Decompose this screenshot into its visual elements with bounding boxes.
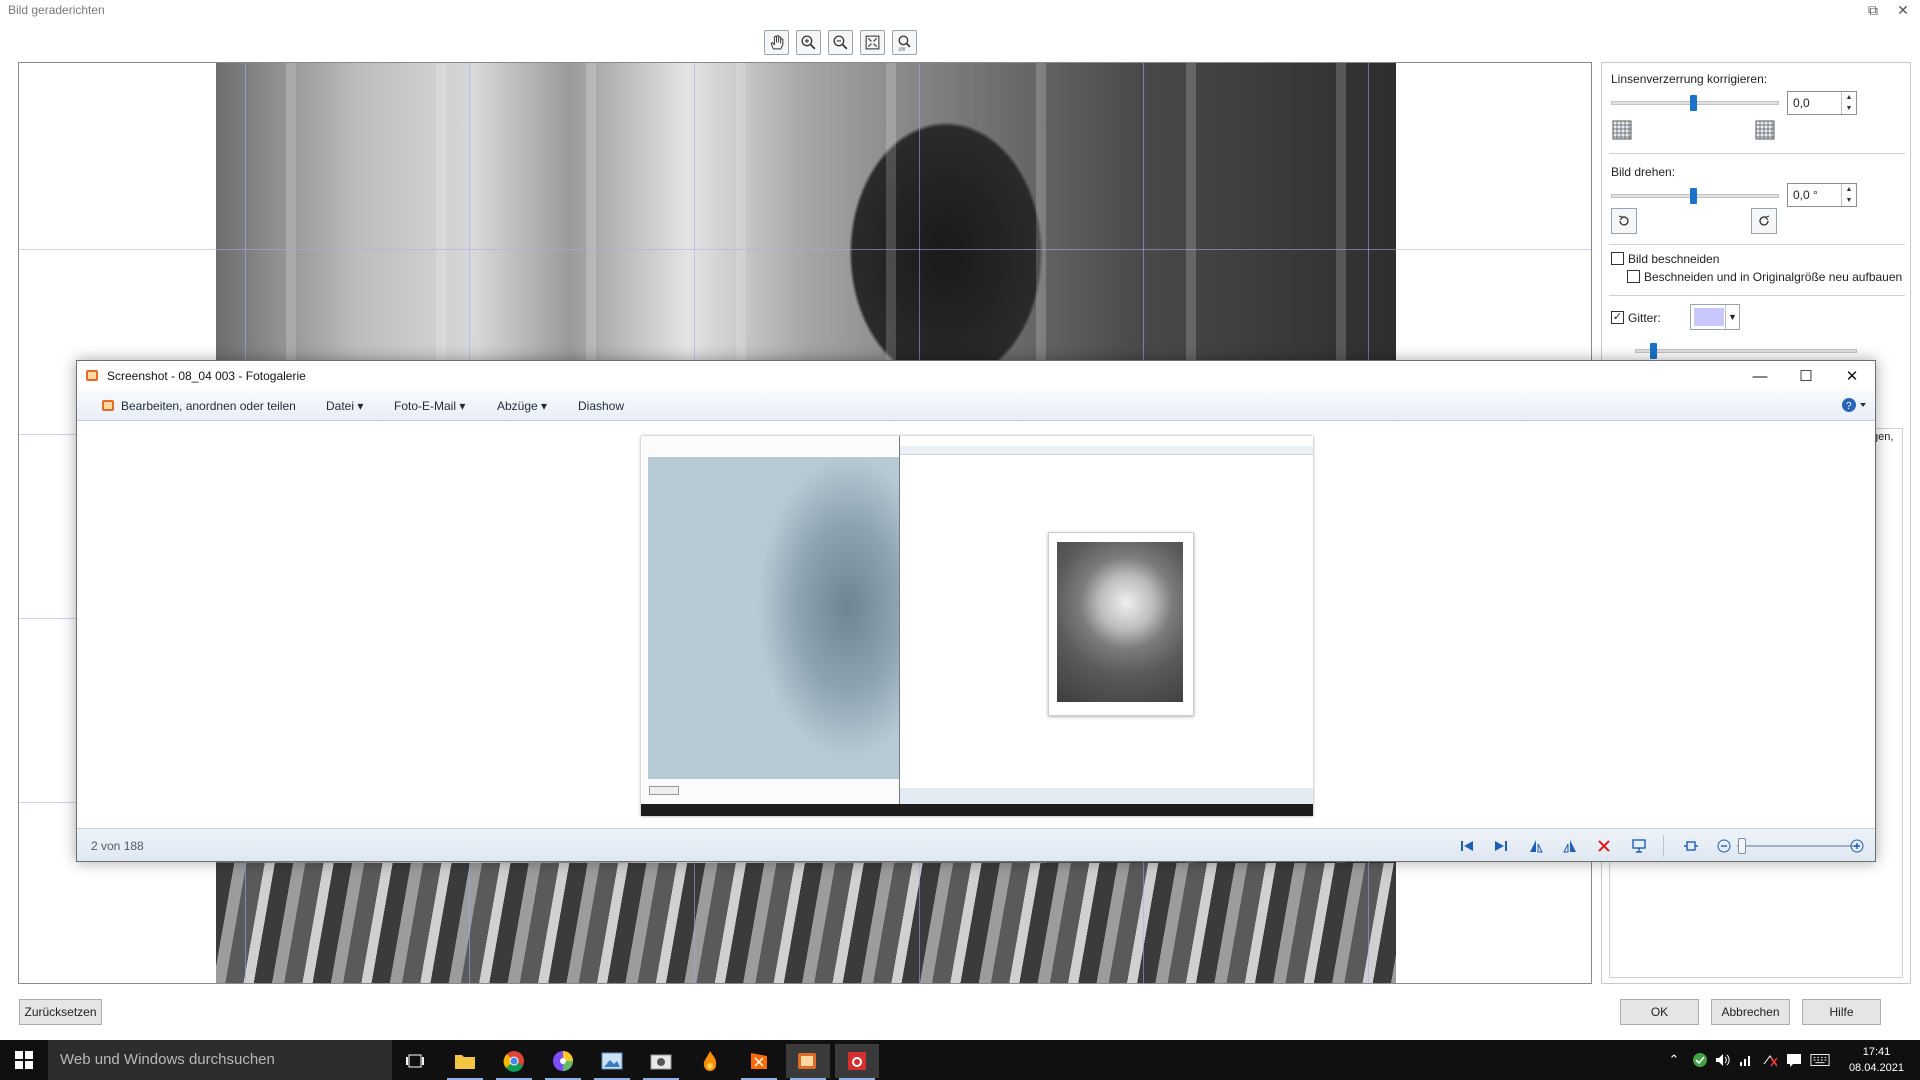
rotate-left-icon[interactable] [1526,836,1546,856]
fit-to-window-icon[interactable] [860,30,885,55]
gallery-titlebar: Screenshot - 08_04 003 - Fotogalerie — ☐… [77,361,1875,391]
gallery-statusbar: 2 von 188 [77,828,1875,861]
grid-color-swatch [1694,308,1724,326]
zoom-in-icon[interactable] [796,30,821,55]
security-icon[interactable] [1690,1050,1710,1070]
edit-icon [101,398,116,416]
zoom-out-icon[interactable] [1714,836,1734,856]
picasa-icon[interactable] [541,1044,585,1080]
rotate-input[interactable]: 0,0 ° ▲ ▼ [1787,183,1857,207]
rotate-left-button[interactable] [1611,208,1637,234]
camera-app-icon[interactable] [639,1044,683,1080]
svg-text:100: 100 [898,46,906,51]
photos-viewer-icon[interactable] [590,1044,634,1080]
menu-slideshow[interactable]: Diashow [578,399,624,413]
close-icon[interactable]: ✕ [1829,361,1875,391]
task-view-icon[interactable] [393,1044,437,1078]
rotate-right-button[interactable] [1751,208,1777,234]
menu-prints[interactable]: Abzüge ▾ [497,399,547,413]
restore-icon[interactable]: ⧉ [1862,0,1884,20]
help-icon[interactable]: ? [1841,397,1867,416]
dialog-title: Bild geraderichten [8,3,105,17]
actual-size-icon[interactable]: 100 [892,30,917,55]
maximize-icon[interactable]: ☐ [1783,361,1829,391]
help-button[interactable]: Hilfe [1802,999,1881,1025]
keyboard-icon[interactable] [1810,1050,1830,1070]
view-toolbar: 100 [764,30,917,55]
taskbar-clock[interactable]: 17:41 08.04.2021 [1849,1044,1904,1076]
gallery-menubar: Bearbeiten, anordnen oder teilen Datei ▾… [77,391,1875,421]
grid-label: Gitter: [1628,311,1661,325]
photo-gallery-app-icon [85,368,100,383]
slideshow-icon[interactable] [1629,836,1649,856]
zoom-slider[interactable] [1737,845,1857,847]
grid-size-slider[interactable] [1635,349,1857,353]
barrel-grid-icon [1609,117,1635,143]
windows-start-icon[interactable] [0,1040,48,1080]
menu-photo-email[interactable]: Foto-E-Mail ▾ [394,399,465,413]
notification-icon[interactable] [1784,1050,1804,1070]
previous-icon[interactable] [1457,836,1477,856]
network-icon[interactable] [1736,1050,1756,1070]
cancel-button[interactable]: Abbrechen [1711,999,1790,1025]
lens-distortion-input[interactable]: 0,0 ▲ ▼ [1787,91,1857,115]
clock-time: 17:41 [1862,1046,1891,1058]
crop-resize-label: Beschneiden und in Originalgröße neu auf… [1644,270,1903,284]
delete-icon[interactable] [1594,836,1614,856]
image-counter: 2 von 188 [91,839,144,853]
office-app-icon[interactable] [737,1044,781,1080]
menu-file[interactable]: Datei ▾ [326,399,363,413]
crop-checkbox[interactable] [1611,252,1624,265]
rotate-thumb[interactable] [1690,188,1697,204]
clock-date: 08.04.2021 [1848,1062,1904,1074]
grid-color-picker[interactable]: ▼ [1690,304,1740,330]
reset-button[interactable]: Zurücksetzen [19,999,102,1025]
rotate-label: Bild drehen: [1611,165,1676,179]
hand-icon[interactable] [764,30,789,55]
zoom-out-icon[interactable] [828,30,853,55]
rotate-right-icon[interactable] [1560,836,1580,856]
photo-gallery-taskbar-icon[interactable] [786,1044,830,1080]
minimize-icon[interactable]: — [1737,361,1783,391]
menu-edit-organize-share[interactable]: Bearbeiten, anordnen oder teilen [121,399,296,413]
close-icon[interactable]: ✕ [1892,0,1914,20]
lens-distortion-label: Linsenverzerrung korrigieren: [1611,72,1768,86]
pincushion-grid-icon [1752,117,1778,143]
lens-distortion-thumb[interactable] [1690,95,1697,111]
grid-size-thumb[interactable] [1650,343,1657,359]
chevron-down-icon: ▼ [1725,305,1739,329]
taskbar: Web und Windows durchsuchen ⌃ 17:41 08.0… [0,1040,1920,1080]
power-warning-icon[interactable] [1760,1050,1780,1070]
crop-label: Bild beschneiden [1628,252,1720,266]
crop-resize-checkbox[interactable] [1627,270,1640,283]
grid-checkbox[interactable]: ✓ [1611,311,1624,324]
ok-button[interactable]: OK [1620,999,1699,1025]
gallery-viewer [77,422,1875,830]
svg-text:?: ? [1846,401,1852,412]
file-explorer-icon[interactable] [443,1044,487,1080]
zoom-in-icon[interactable] [1847,836,1867,856]
taskbar-search-input[interactable]: Web und Windows durchsuchen [48,1040,392,1080]
photo-gallery-window: Screenshot - 08_04 003 - Fotogalerie — ☐… [76,360,1876,862]
fire-app-icon[interactable] [688,1044,732,1078]
chrome-icon[interactable] [492,1044,536,1080]
next-icon[interactable] [1491,836,1511,856]
volume-icon[interactable] [1713,1050,1733,1070]
gallery-title: Screenshot - 08_04 003 - Fotogalerie [107,369,306,383]
zoom-slider-thumb[interactable] [1738,838,1746,854]
fit-view-icon[interactable] [1681,836,1701,856]
chevron-up-icon[interactable]: ⌃ [1664,1050,1684,1070]
screenshot-image [641,436,1313,816]
photo-editor-taskbar-icon[interactable] [835,1044,879,1080]
